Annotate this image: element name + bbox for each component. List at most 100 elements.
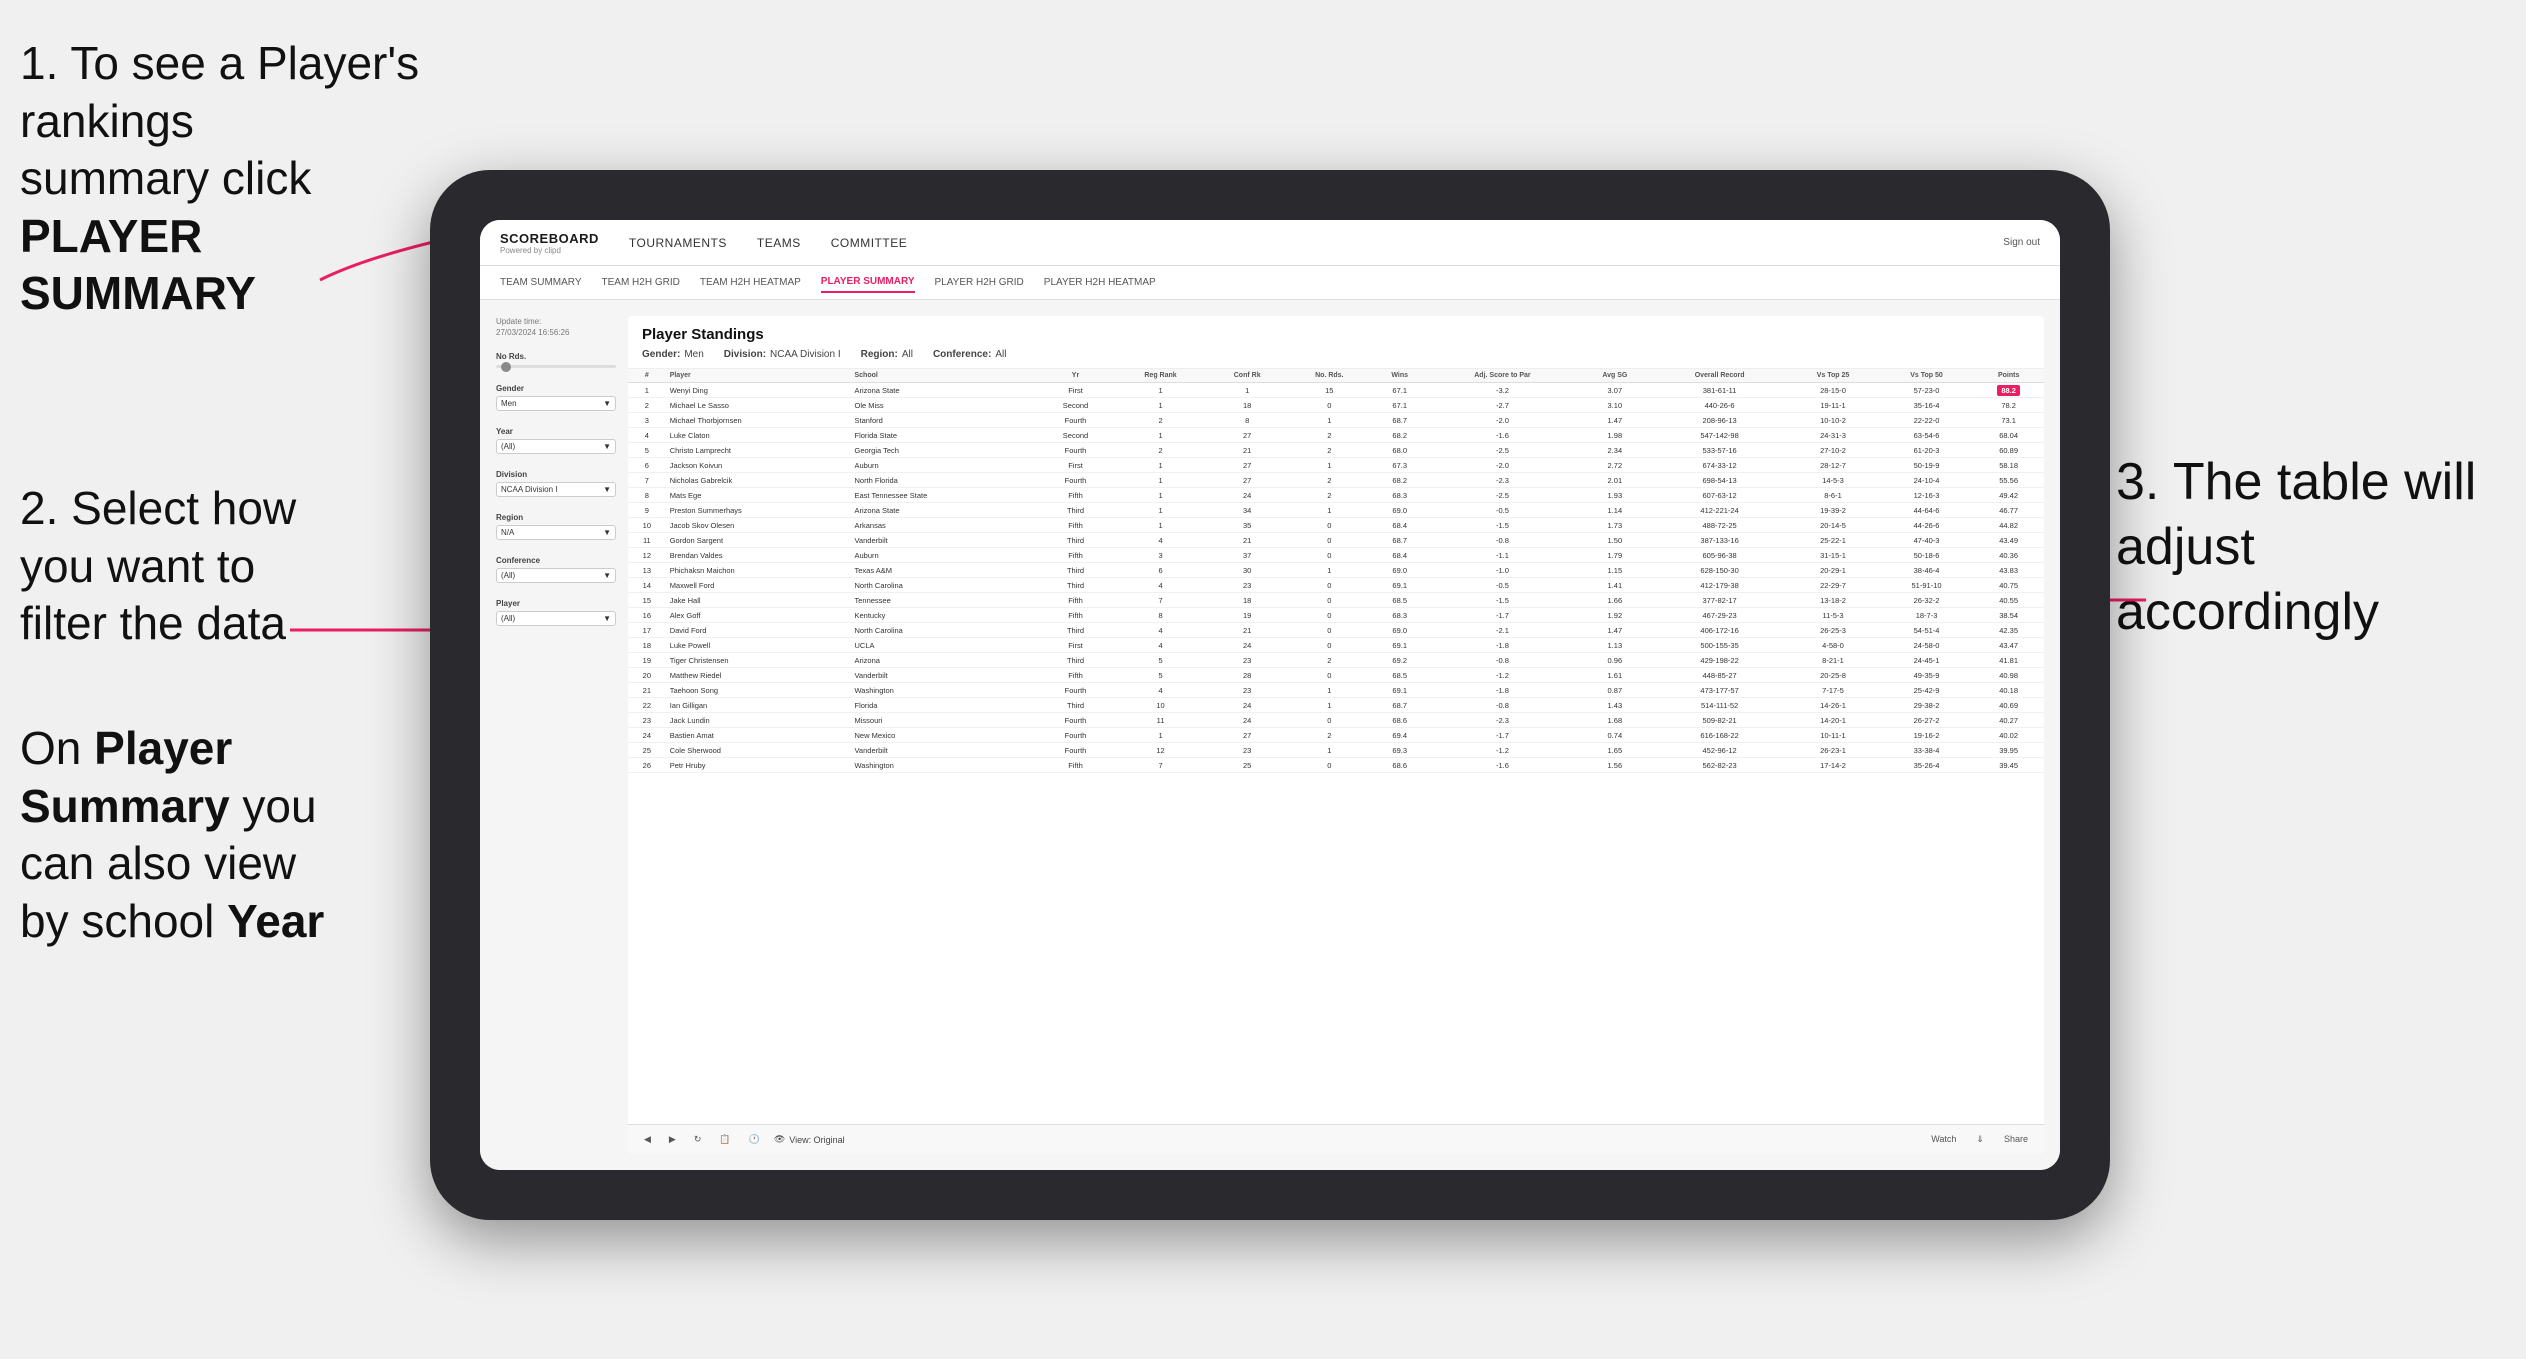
table-cell: 13-18-2 xyxy=(1786,593,1880,608)
table-cell: Alex Goff xyxy=(666,608,851,623)
data-table-wrapper[interactable]: # Player School Yr Reg Rank Conf Rk No. … xyxy=(628,369,2044,1124)
table-cell: 68.3 xyxy=(1371,608,1428,623)
table-cell: 68.7 xyxy=(1371,413,1428,428)
table-cell: 3 xyxy=(628,413,666,428)
table-cell: Jackson Koivun xyxy=(666,458,851,473)
table-row[interactable]: 17David FordNorth CarolinaThird421069.0-… xyxy=(628,623,2044,638)
share-btn[interactable]: Share xyxy=(2000,1132,2032,1147)
table-cell: 1 xyxy=(1207,383,1287,398)
toolbar-clock[interactable]: 🕐 xyxy=(745,1132,764,1147)
col-vs-top50: Vs Top 50 xyxy=(1880,369,1974,383)
year-select[interactable]: (All) ▼ xyxy=(496,439,616,454)
table-row[interactable]: 5Christo LamprechtGeorgia TechFourth2212… xyxy=(628,443,2044,458)
table-row[interactable]: 18Luke PowellUCLAFirst424069.1-1.81.1350… xyxy=(628,638,2044,653)
table-row[interactable]: 26Petr HrubyWashingtonFifth725068.6-1.61… xyxy=(628,758,2044,773)
sub-nav-player-h2h-heatmap[interactable]: PLAYER H2H HEATMAP xyxy=(1044,273,1156,292)
table-row[interactable]: 7Nicholas GabrelcikNorth FloridaFourth12… xyxy=(628,473,2044,488)
table-cell: 16 xyxy=(628,608,666,623)
chevron-down-icon-region: ▼ xyxy=(603,528,611,537)
table-cell: 22-29-7 xyxy=(1786,578,1880,593)
table-cell: -1.1 xyxy=(1428,548,1577,563)
table-cell: 28-12-7 xyxy=(1786,458,1880,473)
table-row[interactable]: 8Mats EgeEast Tennessee StateFifth124268… xyxy=(628,488,2044,503)
nav-tournaments[interactable]: TOURNAMENTS xyxy=(629,232,727,254)
division-select[interactable]: NCAA Division I ▼ xyxy=(496,482,616,497)
sub-nav: TEAM SUMMARY TEAM H2H GRID TEAM H2H HEAT… xyxy=(480,266,2060,300)
table-row[interactable]: 23Jack LundinMissouriFourth1124068.6-2.3… xyxy=(628,713,2044,728)
chevron-down-icon-year: ▼ xyxy=(603,442,611,451)
sub-nav-player-h2h-grid[interactable]: PLAYER H2H GRID xyxy=(935,273,1024,292)
slider-thumb[interactable] xyxy=(501,362,511,372)
table-row[interactable]: 16Alex GoffKentuckyFifth819068.3-1.71.92… xyxy=(628,608,2044,623)
no-rds-slider[interactable] xyxy=(496,365,616,368)
table-row[interactable]: 14Maxwell FordNorth CarolinaThird423069.… xyxy=(628,578,2044,593)
table-row[interactable]: 24Bastien AmatNew MexicoFourth127269.4-1… xyxy=(628,728,2044,743)
table-row[interactable]: 13Phichaksn MaichonTexas A&MThird630169.… xyxy=(628,563,2044,578)
sign-out-link[interactable]: Sign out xyxy=(2003,237,2040,248)
table-cell: 46.77 xyxy=(1973,503,2044,518)
table-row[interactable]: 3Michael ThorbjornsenStanfordFourth28168… xyxy=(628,413,2044,428)
toolbar-view[interactable]: 👁 View: Original xyxy=(774,1134,845,1145)
sub-nav-team-h2h-grid[interactable]: TEAM H2H GRID xyxy=(602,273,680,292)
division-label: Division xyxy=(496,470,616,479)
table-row[interactable]: 25Cole SherwoodVanderbiltFourth1223169.3… xyxy=(628,743,2044,758)
table-cell: 11 xyxy=(628,533,666,548)
table-row[interactable]: 10Jacob Skov OlesenArkansasFifth135068.4… xyxy=(628,518,2044,533)
division-filter-section: Division NCAA Division I ▼ xyxy=(496,470,616,497)
table-cell: Tiger Christensen xyxy=(666,653,851,668)
table-row[interactable]: 19Tiger ChristensenArizonaThird523269.2-… xyxy=(628,653,2044,668)
col-vs-top25: Vs Top 25 xyxy=(1786,369,1880,383)
region-pill: Region: All xyxy=(861,349,913,360)
table-cell: 674-33-12 xyxy=(1653,458,1786,473)
conference-select[interactable]: (All) ▼ xyxy=(496,568,616,583)
table-cell: 27 xyxy=(1207,728,1287,743)
table-cell: 1 xyxy=(1287,698,1371,713)
bottom-bold1: Player xyxy=(94,722,232,774)
table-cell: 0 xyxy=(1287,518,1371,533)
table-cell: -2.5 xyxy=(1428,488,1577,503)
table-row[interactable]: 21Taehoon SongWashingtonFourth423169.1-1… xyxy=(628,683,2044,698)
toolbar-forward[interactable]: ▶ xyxy=(665,1132,680,1147)
nav-teams[interactable]: TEAMS xyxy=(757,232,801,254)
sub-nav-team-h2h-heatmap[interactable]: TEAM H2H HEATMAP xyxy=(700,273,801,292)
table-cell: Second xyxy=(1037,428,1114,443)
watch-btn[interactable]: Watch xyxy=(1927,1132,1960,1147)
download-btn[interactable]: ⇓ xyxy=(1972,1132,1988,1147)
col-no-rds: No. Rds. xyxy=(1287,369,1371,383)
table-cell: 2 xyxy=(1114,413,1207,428)
table-cell: 1 xyxy=(1114,383,1207,398)
toolbar-copy[interactable]: 📋 xyxy=(715,1132,734,1147)
table-cell: 57-23-0 xyxy=(1880,383,1974,398)
toolbar-back[interactable]: ◀ xyxy=(640,1132,655,1147)
table-cell: -1.6 xyxy=(1428,428,1577,443)
table-cell: 63-54-6 xyxy=(1880,428,1974,443)
table-cell: 68.2 xyxy=(1371,428,1428,443)
sub-nav-player-summary[interactable]: PLAYER SUMMARY xyxy=(821,272,915,293)
table-cell: 28 xyxy=(1207,668,1287,683)
toolbar-refresh[interactable]: ↻ xyxy=(690,1132,706,1147)
table-row[interactable]: 15Jake HallTennesseeFifth718068.5-1.51.6… xyxy=(628,593,2044,608)
table-row[interactable]: 12Brendan ValdesAuburnFifth337068.4-1.11… xyxy=(628,548,2044,563)
nav-committee[interactable]: COMMITTEE xyxy=(831,232,908,254)
table-cell: Gordon Sargent xyxy=(666,533,851,548)
player-filter-section: Player (All) ▼ xyxy=(496,599,616,626)
player-select[interactable]: (All) ▼ xyxy=(496,611,616,626)
table-cell: -2.3 xyxy=(1428,473,1577,488)
table-cell: North Carolina xyxy=(850,623,1036,638)
sub-nav-team-summary[interactable]: TEAM SUMMARY xyxy=(500,273,582,292)
region-select[interactable]: N/A ▼ xyxy=(496,525,616,540)
table-row[interactable]: 9Preston SummerhaysArizona StateThird134… xyxy=(628,503,2044,518)
table-row[interactable]: 6Jackson KoivunAuburnFirst127167.3-2.02.… xyxy=(628,458,2044,473)
gender-select[interactable]: Men ▼ xyxy=(496,396,616,411)
table-row[interactable]: 11Gordon SargentVanderbiltThird421068.7-… xyxy=(628,533,2044,548)
table-row[interactable]: 2Michael Le SassoOle MissSecond118067.1-… xyxy=(628,398,2044,413)
table-cell: Matthew Riedel xyxy=(666,668,851,683)
table-row[interactable]: 22Ian GilliganFloridaThird1024168.7-0.81… xyxy=(628,698,2044,713)
col-rank: # xyxy=(628,369,666,383)
table-cell: 616-168-22 xyxy=(1653,728,1786,743)
table-cell: Missouri xyxy=(850,713,1036,728)
table-row[interactable]: 4Luke ClatonFlorida StateSecond127268.2-… xyxy=(628,428,2044,443)
table-row[interactable]: 1Wenyi DingArizona StateFirst111567.1-3.… xyxy=(628,383,2044,398)
table-cell: 33-38-4 xyxy=(1880,743,1974,758)
table-row[interactable]: 20Matthew RiedelVanderbiltFifth528068.5-… xyxy=(628,668,2044,683)
